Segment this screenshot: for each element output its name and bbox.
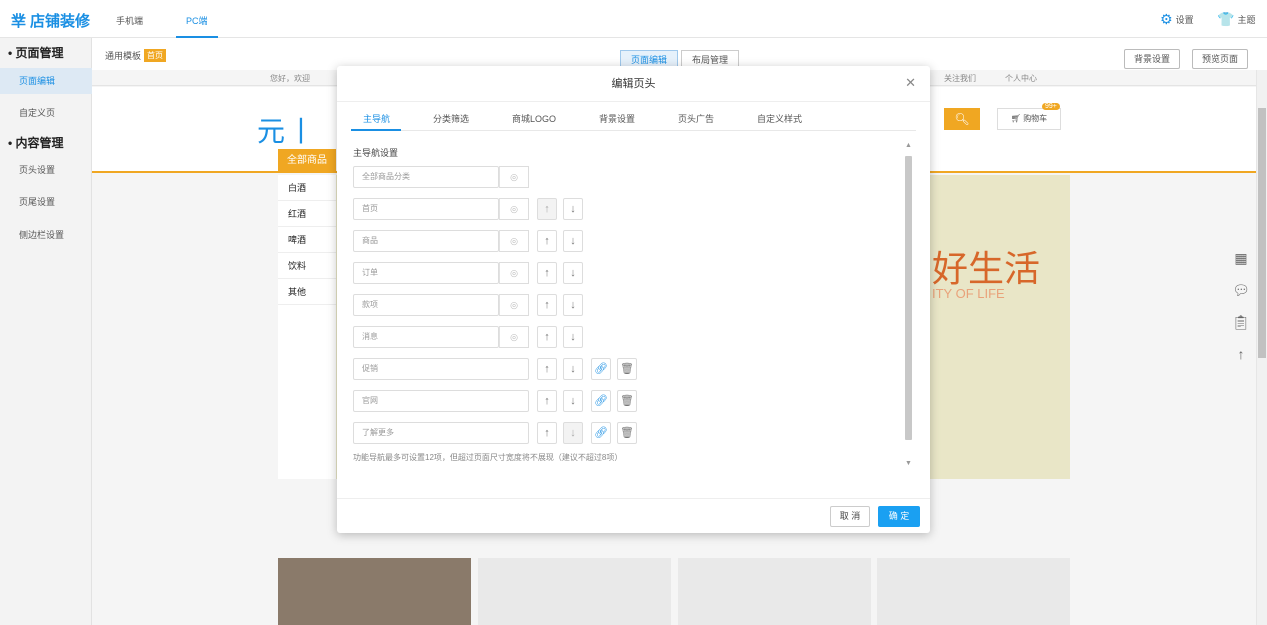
nav-limit-hint: 功能导航最多可设置12项，但超过页面尺寸宽度将不展现（建议不超过8项） (353, 453, 623, 462)
tab-store-logo[interactable]: 商城LOGO (512, 112, 556, 125)
move-down-icon[interactable]: ↓ (563, 390, 583, 412)
confirm-button[interactable]: 确 定 (878, 506, 920, 527)
nav-name-field[interactable]: 消息 (353, 326, 499, 348)
dialog-scrollbar[interactable]: ▲ ▼ (903, 142, 913, 472)
cancel-button[interactable]: 取 消 (830, 506, 870, 527)
move-up-icon[interactable]: ↑ (537, 390, 557, 412)
eye-icon[interactable]: ◎ (499, 326, 529, 348)
move-up-icon[interactable]: ↑ (537, 294, 557, 316)
move-up-icon[interactable]: ↑ (537, 198, 557, 220)
eye-icon[interactable]: ◎ (499, 198, 529, 220)
move-up-icon[interactable]: ↑ (537, 326, 557, 348)
dialog-body: 主导航设置 全部商品分类 ◎ 首页 ◎ ↑ ↓ 商品 ◎ ↑ ↓ 订单 ◎ ↑ … (351, 142, 916, 472)
move-up-icon[interactable]: ↑ (537, 422, 557, 444)
move-down-icon[interactable]: ↓ (563, 358, 583, 380)
move-down-icon[interactable]: ↓ (563, 198, 583, 220)
tab-custom-style[interactable]: 自定义样式 (757, 112, 802, 125)
eye-icon[interactable]: ◎ (499, 294, 529, 316)
eye-icon[interactable]: ◎ (499, 166, 529, 188)
active-tab-indicator (351, 129, 401, 131)
section-title: 主导航设置 (353, 148, 399, 158)
move-down-icon[interactable]: ↓ (563, 262, 583, 284)
tab-main-nav[interactable]: 主导航 (363, 112, 390, 125)
nav-name-field[interactable]: 商品 (353, 230, 499, 252)
nav-name-field[interactable]: 了解更多 (353, 422, 529, 444)
dialog-footer: 取 消 确 定 (337, 498, 930, 533)
nav-name-field[interactable]: 款项 (353, 294, 499, 316)
eye-icon[interactable]: ◎ (499, 262, 529, 284)
move-up-icon[interactable]: ↑ (537, 230, 557, 252)
eye-icon[interactable]: ◎ (499, 230, 529, 252)
move-down-icon[interactable]: ↓ (563, 422, 583, 444)
move-up-icon[interactable]: ↑ (537, 358, 557, 380)
move-up-icon[interactable]: ↑ (537, 262, 557, 284)
nav-name-field[interactable]: 官网 (353, 390, 529, 412)
dialog-scrollbar-thumb[interactable] (905, 156, 912, 440)
move-down-icon[interactable]: ↓ (563, 326, 583, 348)
trash-icon[interactable]: 🗑︎ (617, 358, 637, 380)
nav-name-field[interactable]: 全部商品分类 (353, 166, 499, 188)
dialog-title: 编辑页头 (337, 66, 930, 102)
link-icon[interactable]: 🔗︎ (591, 390, 611, 412)
move-down-icon[interactable]: ↓ (563, 230, 583, 252)
trash-icon[interactable]: 🗑︎ (617, 422, 637, 444)
tab-header-ad[interactable]: 页头广告 (678, 112, 714, 125)
nav-name-field[interactable]: 促销 (353, 358, 529, 380)
trash-icon[interactable]: 🗑︎ (617, 390, 637, 412)
move-down-icon[interactable]: ↓ (563, 294, 583, 316)
scroll-down-icon[interactable]: ▼ (905, 460, 912, 467)
tab-category-filter[interactable]: 分类筛选 (433, 112, 469, 125)
link-icon[interactable]: 🔗︎ (591, 358, 611, 380)
edit-header-dialog: 编辑页头 ✕ 主导航 分类筛选 商城LOGO 背景设置 页头广告 自定义样式 主… (337, 66, 930, 533)
close-icon[interactable]: ✕ (905, 75, 916, 91)
nav-name-field[interactable]: 订单 (353, 262, 499, 284)
modal-overlay: 编辑页头 ✕ 主导航 分类筛选 商城LOGO 背景设置 页头广告 自定义样式 主… (0, 0, 1267, 625)
nav-name-field[interactable]: 首页 (353, 198, 499, 220)
tab-background[interactable]: 背景设置 (599, 112, 635, 125)
dialog-tabs: 主导航 分类筛选 商城LOGO 背景设置 页头广告 自定义样式 (351, 103, 916, 131)
scroll-up-icon[interactable]: ▲ (905, 142, 912, 149)
link-icon[interactable]: 🔗︎ (591, 422, 611, 444)
